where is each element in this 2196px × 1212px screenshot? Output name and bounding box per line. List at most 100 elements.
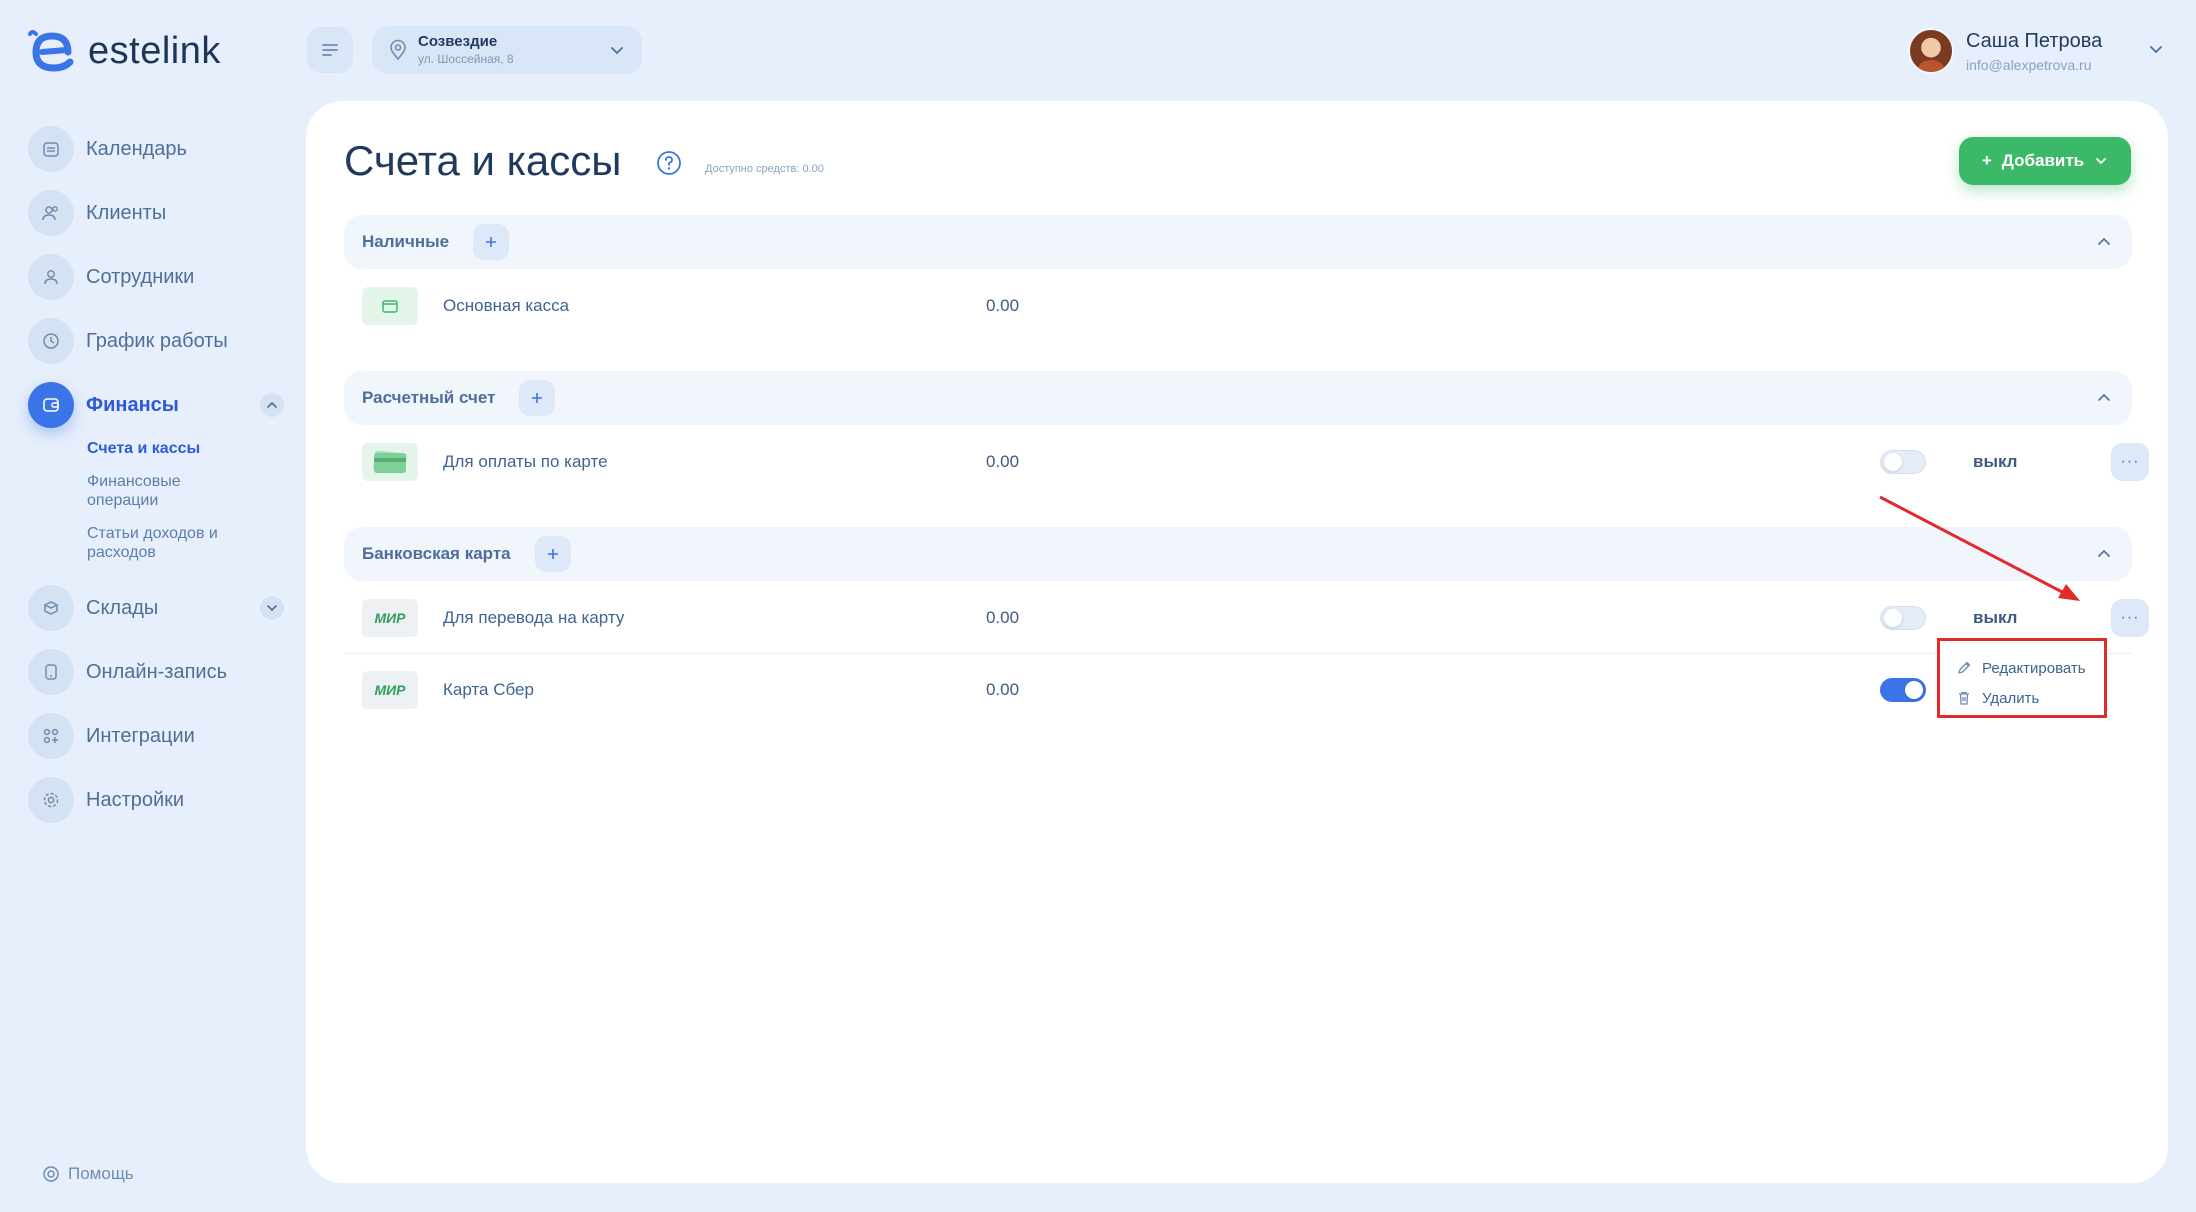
mir-logo: МИР [362, 671, 418, 709]
mir-logo: МИР [362, 598, 418, 637]
location-selector[interactable]: Созвездие ул. Шоссейная, 8 [372, 26, 642, 74]
chevron-down-icon [2096, 158, 2107, 165]
sidebar-item-finance[interactable]: Финансы [28, 373, 284, 437]
more-button[interactable]: ··· [2111, 443, 2149, 481]
menu-item-label: Удалить [1982, 689, 2040, 707]
menu-toggle-button[interactable] [307, 27, 353, 73]
users-icon [28, 190, 74, 236]
sidebar-item-calendar[interactable]: Календарь [28, 117, 284, 181]
account-name: Карта Сбер [443, 680, 534, 699]
sidebar-item-settings[interactable]: Настройки [28, 768, 284, 832]
wallet-icon [28, 382, 74, 428]
avatar [1908, 28, 1954, 74]
user-menu-chevron-icon[interactable] [2145, 38, 2167, 60]
toggle-label: выкл [1973, 607, 2018, 627]
row-context-menu: Редактировать Удалить [1937, 638, 2107, 718]
account-amount: 0.00 [986, 296, 1020, 315]
chevron-up-icon[interactable] [2094, 232, 2114, 252]
sidebar-item-label: Настройки [86, 788, 185, 811]
ellipsis-icon: ··· [2120, 453, 2140, 470]
account-toggle[interactable] [1880, 605, 1926, 630]
sidebar-nav: Календарь Клиенты Сотрудники График рабо… [28, 117, 284, 832]
calendar-icon [28, 126, 74, 172]
account-row[interactable]: Для оплаты по карте 0.00 выкл ··· [344, 426, 2149, 498]
sidebar-item-schedule[interactable]: График работы [28, 309, 284, 373]
more-button[interactable]: ··· [2111, 598, 2149, 637]
sidebar-item-label: Интеграции [86, 724, 195, 747]
app-logo[interactable]: estelink [28, 26, 221, 76]
section-title: Банковская карта [362, 544, 511, 563]
add-button[interactable]: + Добавить [1959, 137, 2131, 185]
account-name: Для оплаты по карте [443, 452, 608, 471]
chevron-up-icon[interactable] [2094, 388, 2114, 408]
toggle-label: выкл [1973, 452, 2018, 471]
section-cash[interactable]: Наличные [344, 215, 2132, 269]
add-button-label: Добавить [2001, 151, 2085, 170]
sidebar-item-online-booking[interactable]: Онлайн-запись [28, 640, 284, 704]
section-bank-card[interactable]: Банковская карта [344, 527, 2132, 581]
mir-logo-text: МИР [374, 682, 406, 698]
menu-item-label: Редактировать [1982, 659, 2086, 677]
chevron-down-icon[interactable] [260, 596, 284, 620]
section-title: Расчетный счет [362, 388, 496, 407]
sidebar-item-clients[interactable]: Клиенты [28, 181, 284, 245]
user-name: Саша Петрова [1966, 29, 2103, 52]
menu-lines-icon [322, 44, 338, 56]
page-title: Счета и кассы [344, 137, 622, 184]
chevron-up-icon[interactable] [260, 393, 284, 417]
chevron-down-icon [611, 47, 623, 55]
phone-icon [28, 649, 74, 695]
account-name: Основная касса [443, 296, 570, 315]
grid-plus-icon [28, 713, 74, 759]
sidebar-item-label: Финансы [86, 393, 179, 416]
sidebar-item-label: Онлайн-запись [86, 660, 227, 683]
subnav-accounts[interactable]: Счета и кассы [87, 439, 284, 458]
user-icon [28, 254, 74, 300]
subnav-income-expense[interactable]: Статьи доходов и расходов [87, 524, 257, 562]
account-toggle[interactable] [1880, 450, 1926, 474]
section-settlement[interactable]: Расчетный счет [344, 371, 2132, 425]
sidebar-item-warehouses[interactable]: Склады [28, 576, 284, 640]
account-row[interactable]: МИР Карта Сбер 0.00 [344, 654, 2132, 726]
account-name: Для перевода на карту [443, 607, 625, 627]
bank-card-icon [362, 443, 418, 481]
wallet-cash-icon [362, 287, 418, 325]
lifebuoy-icon [43, 1166, 59, 1182]
chevron-up-icon[interactable] [2094, 544, 2114, 564]
gear-icon [28, 777, 74, 823]
section-title: Наличные [362, 232, 450, 251]
section-add-button[interactable] [473, 224, 510, 260]
sidebar-item-label: Календарь [86, 137, 187, 160]
box-icon [28, 585, 74, 631]
help-label: Помощь [68, 1164, 134, 1183]
sidebar-item-staff[interactable]: Сотрудники [28, 245, 284, 309]
plus-icon: + [1981, 151, 1992, 170]
menu-item-delete[interactable]: Удалить [1956, 683, 2104, 713]
sidebar-item-label: Клиенты [86, 201, 167, 224]
mir-logo-text: МИР [374, 609, 406, 626]
account-amount: 0.00 [986, 680, 1020, 699]
location-address: ул. Шоссейная, 8 [418, 51, 514, 66]
clock-icon [28, 318, 74, 364]
plus-icon [532, 393, 543, 403]
user-email: info@alexpetrova.ru [1966, 56, 2092, 73]
account-row[interactable]: МИР Для перевода на карту 0.00 выкл ··· [344, 582, 2149, 654]
account-amount: 0.00 [986, 452, 1020, 471]
account-amount: 0.00 [986, 607, 1020, 627]
section-add-button[interactable] [534, 536, 571, 572]
help-link[interactable]: Помощь [42, 1164, 134, 1184]
section-add-button[interactable] [519, 380, 556, 416]
user-profile[interactable]: Саша Петрова info@alexpetrova.ru [1908, 26, 2102, 76]
subnav-operations[interactable]: Финансовые операции [87, 472, 217, 510]
sidebar-item-label: График работы [86, 329, 228, 352]
logo-icon [28, 30, 74, 72]
finance-subnav: Счета и кассы Финансовые операции Статьи… [28, 439, 284, 562]
sidebar-item-label: Склады [86, 596, 159, 619]
account-toggle[interactable] [1880, 678, 1926, 702]
account-row[interactable]: Основная касса 0.00 [344, 270, 2132, 342]
menu-item-edit[interactable]: Редактировать [1956, 653, 2104, 683]
sidebar-item-label: Сотрудники [86, 265, 195, 288]
sidebar-item-integrations[interactable]: Интеграции [28, 704, 284, 768]
location-name: Созвездие [418, 33, 498, 51]
question-icon[interactable] [656, 150, 682, 176]
